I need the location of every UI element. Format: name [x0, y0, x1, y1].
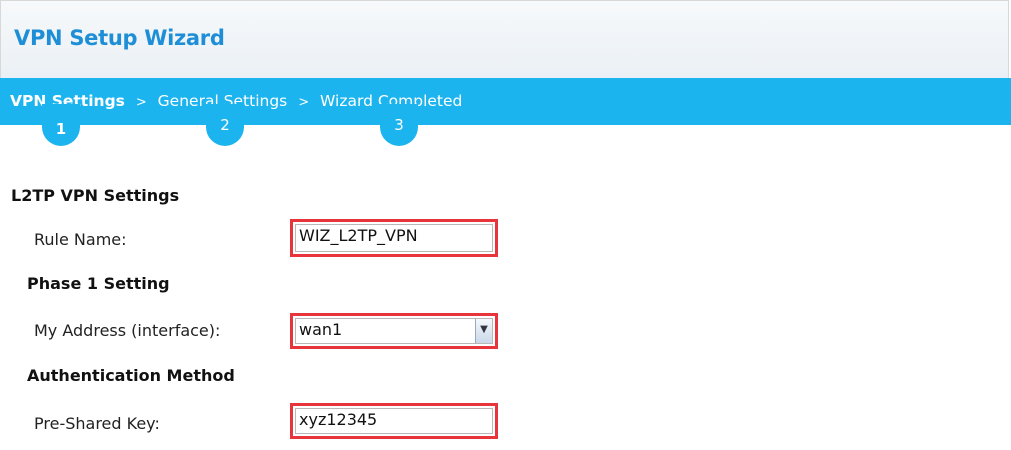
- chevron-down-icon[interactable]: ▼: [475, 319, 492, 343]
- auth-method-heading: Authentication Method: [27, 366, 235, 385]
- vpn-setup-wizard: VPN Setup Wizard VPN Settings > General …: [0, 0, 1011, 450]
- rule-name-input[interactable]: WIZ_L2TP_VPN: [295, 224, 493, 252]
- pre-shared-key-input[interactable]: xyz12345: [295, 408, 493, 434]
- wizard-title-bar: VPN Setup Wizard: [0, 0, 1009, 78]
- my-address-highlight: wan1 ▼: [290, 313, 498, 349]
- step-separator-icon: >: [135, 95, 147, 110]
- step-1-indicator: 1: [42, 104, 80, 146]
- section-title: L2TP VPN Settings: [11, 186, 180, 205]
- pre-shared-key-label: Pre-Shared Key:: [34, 414, 160, 433]
- my-address-label: My Address (interface):: [34, 321, 221, 340]
- wizard-title: VPN Setup Wizard: [14, 26, 225, 50]
- step-separator-icon: >: [298, 95, 310, 110]
- my-address-select[interactable]: wan1 ▼: [295, 318, 493, 344]
- step-2-indicator: 2: [206, 104, 244, 146]
- my-address-value: wan1: [299, 320, 343, 339]
- wizard-steps-bar: VPN Settings > General Settings > Wizard…: [0, 78, 1011, 125]
- rule-name-highlight: WIZ_L2TP_VPN: [290, 219, 498, 257]
- phase1-heading: Phase 1 Setting: [27, 274, 170, 293]
- rule-name-label: Rule Name:: [34, 230, 127, 249]
- pre-shared-key-highlight: xyz12345: [290, 403, 498, 439]
- step-3-indicator: 3: [380, 104, 418, 146]
